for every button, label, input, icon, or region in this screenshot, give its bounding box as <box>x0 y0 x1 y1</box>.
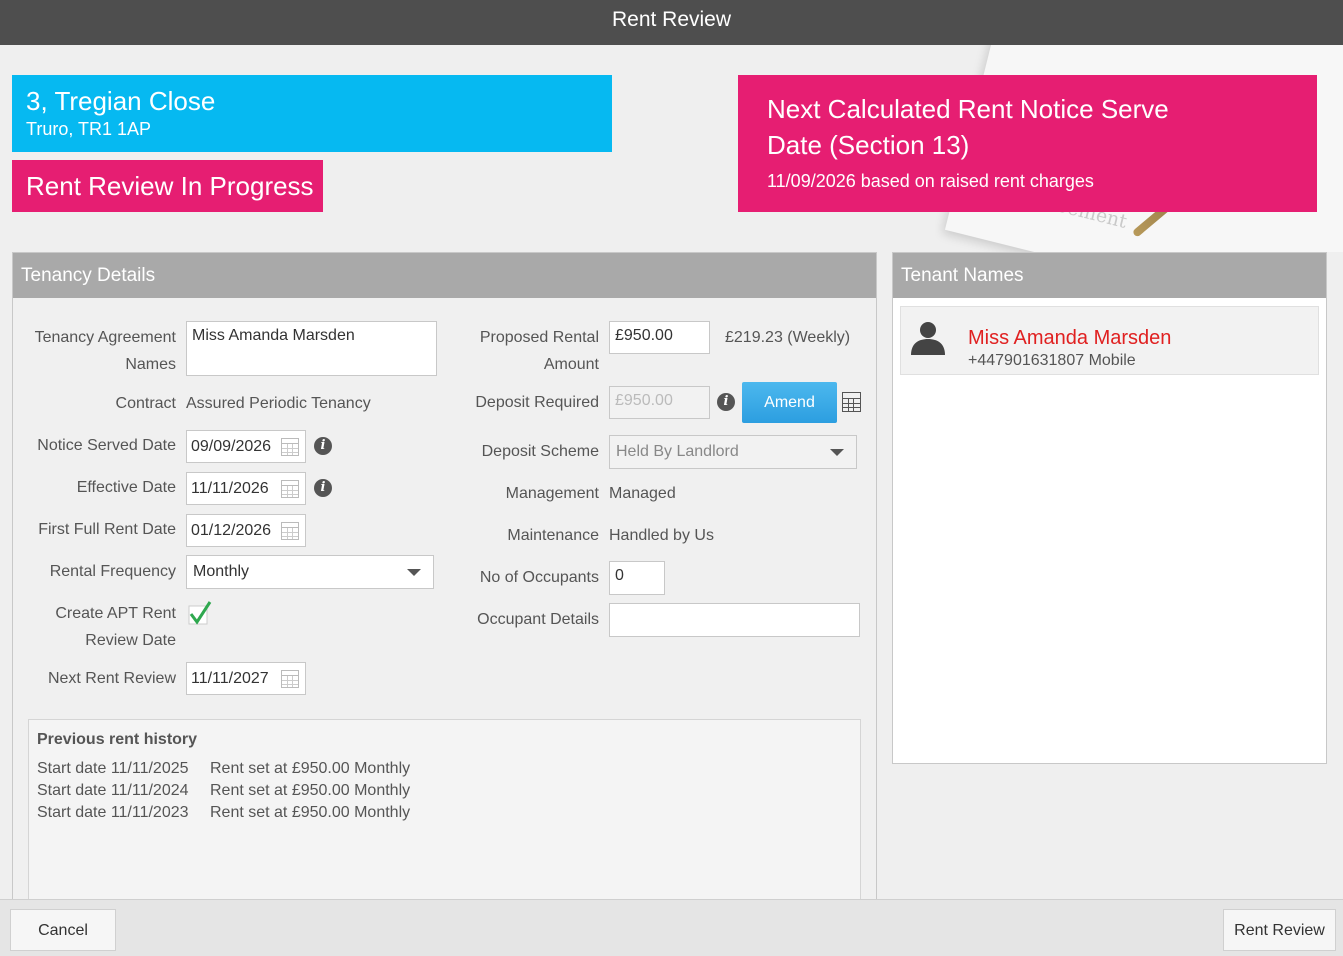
calendar-icon[interactable] <box>281 670 299 688</box>
notice-served-date-input[interactable]: 09/09/2026 <box>186 430 306 463</box>
notice-title: Next Calculated Rent Notice Serve Date (… <box>767 94 1169 160</box>
person-icon <box>911 322 945 355</box>
tenant-name[interactable]: Miss Amanda Marsden <box>968 325 1171 351</box>
rent-history-box: Previous rent history Start date 11/11/2… <box>28 719 861 901</box>
footer-bar: Cancel Rent Review <box>0 899 1343 956</box>
history-rent-text: Rent set at £950.00 Monthly <box>210 782 411 799</box>
first-full-rent-date-input[interactable]: 01/12/2026 <box>186 514 306 547</box>
address-line1: 3, Tregian Close <box>26 86 216 116</box>
tenancy-details-header: Tenancy Details <box>13 253 876 298</box>
maintenance-value: Handled by Us <box>609 527 714 544</box>
calculator-icon[interactable] <box>842 392 861 412</box>
address-line2: Truro, TR1 1AP <box>26 119 152 139</box>
agreement-names-field[interactable]: Miss Amanda Marsden <box>186 321 437 376</box>
tenant-phone: +447901631807 Mobile <box>968 352 1136 369</box>
calendar-icon[interactable] <box>281 522 299 540</box>
effective-date-label: Effective Date <box>76 479 176 496</box>
effective-date-value: 11/11/2026 <box>191 480 269 497</box>
next-rent-review-date-value: 11/11/2027 <box>191 670 269 687</box>
list-item: Start date 11/11/2023 Rent set at £950.0… <box>37 802 852 824</box>
create-apt-label: Create APT Rent Review Date <box>55 605 176 649</box>
contract-label: Contract <box>115 395 176 412</box>
occupant-details-label: Occupant Details <box>477 611 599 628</box>
proposed-rental-label: Proposed Rental Amount <box>479 329 599 373</box>
occupants-label: No of Occupants <box>479 569 599 586</box>
deposit-scheme-label: Deposit Scheme <box>481 443 599 460</box>
next-rent-review-date-input[interactable]: 11/11/2027 <box>186 662 306 695</box>
notice-subtitle: 11/09/2026 based on raised rent charges <box>767 171 1094 191</box>
proposed-rental-input[interactable]: £950.00 <box>609 321 710 354</box>
notice-served-date-value: 09/09/2026 <box>191 438 272 455</box>
deposit-scheme-value: Held By Landlord <box>616 443 739 460</box>
history-start-date: Start date 11/11/2023 <box>37 804 189 821</box>
rental-frequency-select[interactable]: Monthly <box>186 555 434 589</box>
rental-frequency-value: Monthly <box>193 563 250 580</box>
occupant-details-input[interactable] <box>609 603 860 637</box>
management-label: Management <box>505 485 599 502</box>
rental-frequency-label: Rental Frequency <box>49 563 176 580</box>
list-item: Start date 11/11/2024 Rent set at £950.0… <box>37 780 852 802</box>
weekly-rent-value: £219.23 (Weekly) <box>725 329 851 346</box>
tenant-names-header: Tenant Names <box>893 253 1326 298</box>
history-start-date: Start date 11/11/2025 <box>37 760 189 777</box>
calendar-icon[interactable] <box>281 438 299 456</box>
contract-value: Assured Periodic Tenancy <box>186 395 371 412</box>
rent-review-button[interactable]: Rent Review <box>1223 909 1336 951</box>
info-icon[interactable]: i <box>314 437 332 455</box>
next-rent-review-label: Next Rent Review <box>47 670 176 687</box>
agreement-names-label: Tenancy Agreement Names <box>34 329 176 373</box>
history-start-date: Start date 11/11/2024 <box>37 782 189 799</box>
amend-button[interactable]: Amend <box>742 382 837 423</box>
info-icon[interactable]: i <box>314 479 332 497</box>
maintenance-label: Maintenance <box>507 527 599 544</box>
calendar-icon[interactable] <box>281 480 299 498</box>
first-full-rent-label: First Full Rent Date <box>38 521 176 538</box>
chevron-down-icon <box>407 569 421 576</box>
management-value: Managed <box>609 485 676 502</box>
effective-date-input[interactable]: 11/11/2026 <box>186 472 306 505</box>
window-title: Rent Review <box>0 0 1343 45</box>
create-apt-checkbox[interactable] <box>188 600 212 628</box>
status-badge: Rent Review In Progress <box>12 160 323 212</box>
list-item: Start date 11/11/2025 Rent set at £950.0… <box>37 758 852 780</box>
rent-history-title: Previous rent history <box>37 731 198 748</box>
history-rent-text: Rent set at £950.00 Monthly <box>210 804 411 821</box>
property-address-banner: 3, Tregian Close Truro, TR1 1AP <box>12 75 612 152</box>
info-icon[interactable]: i <box>717 393 735 411</box>
cancel-button[interactable]: Cancel <box>10 909 116 951</box>
notice-banner: Next Calculated Rent Notice Serve Date (… <box>738 75 1317 212</box>
occupants-input[interactable]: 0 <box>609 561 665 595</box>
chevron-down-icon <box>830 449 844 456</box>
deposit-required-label: Deposit Required <box>475 394 599 411</box>
notice-served-label: Notice Served Date <box>37 437 176 454</box>
tenant-list-item[interactable]: Miss Amanda Marsden +447901631807 Mobile <box>900 306 1319 375</box>
first-full-rent-date-value: 01/12/2026 <box>191 522 272 539</box>
deposit-scheme-select: Held By Landlord <box>609 435 857 469</box>
deposit-required-input: £950.00 <box>609 386 710 419</box>
history-rent-text: Rent set at £950.00 Monthly <box>210 760 411 777</box>
